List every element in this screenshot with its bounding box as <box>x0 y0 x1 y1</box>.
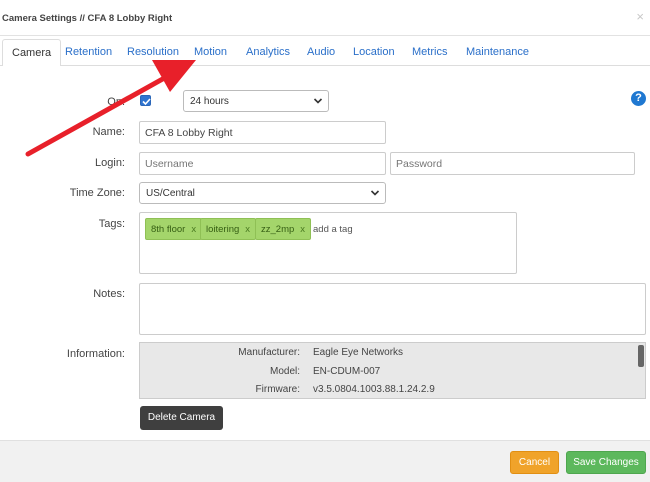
password-input[interactable] <box>390 152 635 175</box>
tag-remove-icon[interactable]: x <box>245 224 250 235</box>
timezone-select[interactable]: US/Central <box>139 182 386 204</box>
tag-chip: loitering x <box>200 218 257 240</box>
tag-input[interactable]: add a tag <box>313 224 353 235</box>
tab-maintenance[interactable]: Maintenance <box>466 46 529 58</box>
tab-analytics[interactable]: Analytics <box>246 46 290 58</box>
info-value: EN-CDUM-007 <box>313 366 381 377</box>
info-key: Firmware: <box>255 384 300 395</box>
tab-bar: Camera Retention Resolution Motion Analy… <box>0 36 650 67</box>
delete-camera-button[interactable]: Delete Camera <box>140 406 223 430</box>
tag-label: loitering <box>206 224 240 235</box>
timezone-value: US/Central <box>146 188 195 199</box>
cancel-button[interactable]: Cancel <box>510 451 559 474</box>
close-icon[interactable]: × <box>636 9 644 24</box>
on-duration-value: 24 hours <box>190 96 229 107</box>
info-key: Manufacturer: <box>238 347 300 358</box>
on-duration-select[interactable]: 24 hours <box>183 90 329 112</box>
login-label: Login: <box>95 157 125 169</box>
tab-resolution[interactable]: Resolution <box>127 46 179 58</box>
name-label: Name: <box>92 126 125 138</box>
information-label: Information: <box>66 348 125 360</box>
tag-chip: zz_2mp x <box>255 218 312 240</box>
tags-label: Tags: <box>98 218 125 230</box>
tag-remove-icon[interactable]: x <box>191 224 196 235</box>
tab-retention[interactable]: Retention <box>65 46 112 58</box>
tab-motion[interactable]: Motion <box>194 46 227 58</box>
tag-remove-icon[interactable]: x <box>300 224 305 235</box>
tab-audio[interactable]: Audio <box>307 46 335 58</box>
dialog-titlebar: Camera Settings // CFA 8 Lobby Right × <box>0 0 650 36</box>
check-icon <box>142 98 151 106</box>
tab-camera[interactable]: Camera <box>2 39 62 67</box>
dialog-title: Camera Settings // CFA 8 Lobby Right <box>2 13 173 24</box>
save-changes-button[interactable]: Save Changes <box>566 451 646 474</box>
info-value: Eagle Eye Networks <box>313 347 404 358</box>
notes-label: Notes: <box>93 288 125 300</box>
tag-chip: 8th floor x <box>145 218 203 240</box>
help-icon[interactable]: ? <box>631 91 646 106</box>
info-key: Model: <box>269 366 300 377</box>
chevron-down-icon <box>313 98 323 104</box>
timezone-label: Time Zone: <box>69 187 125 199</box>
tags-field[interactable]: 8th floor x loitering x zz_2mp x add a tag <box>139 212 517 274</box>
info-scrollbar[interactable] <box>638 345 644 367</box>
name-input[interactable] <box>139 121 386 144</box>
tag-label: zz_2mp <box>261 224 295 235</box>
notes-textarea[interactable] <box>139 283 646 335</box>
tab-metrics[interactable]: Metrics <box>412 46 447 58</box>
information-panel: Manufacturer: Eagle Eye Networks Model: … <box>139 342 646 399</box>
on-label: On: <box>107 96 125 108</box>
info-value: v3.5.0804.1003.88.1.24.2.9 <box>313 384 435 395</box>
username-input[interactable] <box>139 152 386 175</box>
tag-label: 8th floor <box>151 224 186 235</box>
tab-location[interactable]: Location <box>353 46 395 58</box>
on-checkbox[interactable] <box>140 95 151 106</box>
chevron-down-icon <box>370 190 380 196</box>
